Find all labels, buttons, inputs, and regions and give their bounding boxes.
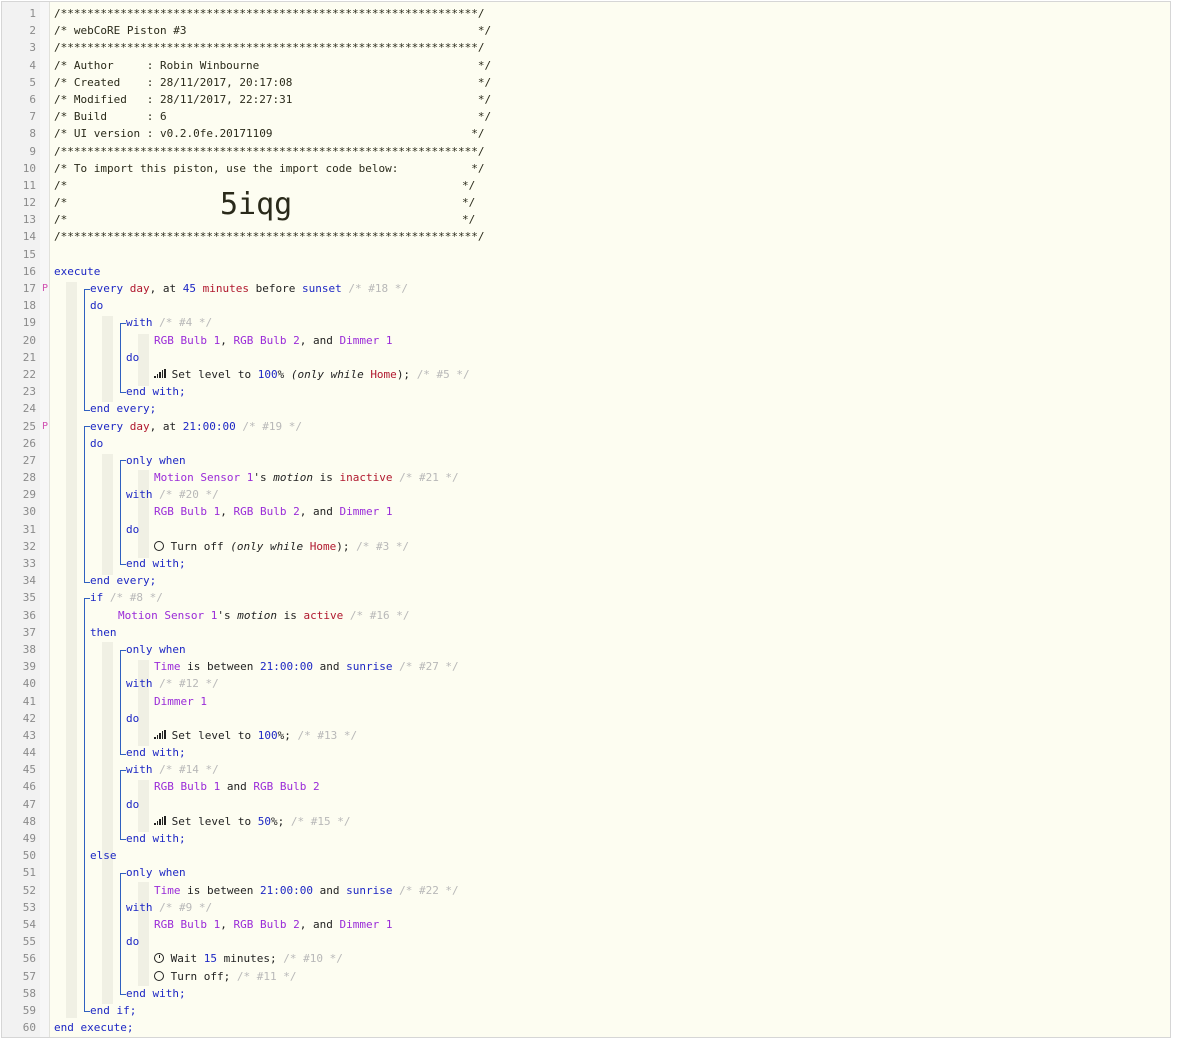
level-icon: [154, 369, 166, 379]
condition[interactable]: Motion Sensor 1's motion is active /* #1…: [118, 607, 409, 624]
code-line: 4/* Author : Robin Winbourne */: [29, 58, 492, 72]
code-line: 3/**************************************…: [29, 41, 485, 55]
code-line: 34 end every;: [22, 574, 157, 588]
code-line: 40 with /* #12 */: [2, 675, 1170, 692]
code-line: 42 do: [22, 711, 140, 725]
set-level-task[interactable]: Set level to 50%; /* #15 */: [154, 813, 350, 830]
code-line: 11/* */: [22, 178, 476, 192]
code-line: 38 only when: [2, 641, 1170, 658]
code-line: 44 end with;: [22, 746, 186, 760]
code-line: 49 end with;: [22, 832, 186, 845]
code-line: 58 end with;: [22, 986, 186, 1000]
set-level-task[interactable]: Set level to 100%; /* #13 */: [154, 727, 357, 744]
code-line: 29 with /* #20 */: [2, 486, 1170, 503]
code-line: 47 do: [22, 797, 140, 811]
condition[interactable]: Time is between 21:00:00 and sunrise /* …: [154, 882, 459, 899]
only-when-statement[interactable]: only when: [126, 452, 186, 469]
code-line: 60 end execute;: [22, 1021, 134, 1035]
code-line: 21 do: [22, 350, 140, 364]
code-line: 19 with /* #4 */: [2, 314, 1170, 331]
fold-marker-icon[interactable]: P: [41, 280, 49, 297]
code-line: 55 do: [22, 935, 140, 949]
code-line: 22 Set level to 100% (only while Home); …: [2, 366, 1170, 383]
code-line: 59 end if;: [22, 1003, 137, 1017]
device-list[interactable]: RGB Bulb 1, RGB Bulb 2, and Dimmer 1: [154, 503, 392, 520]
code-lines: 1/**************************************…: [2, 5, 1170, 1036]
code-line: 18 do: [22, 299, 104, 313]
code-line: 15: [22, 247, 36, 261]
code-line: 50 else: [22, 849, 117, 863]
code-line: 56 Wait 15 minutes; /* #10 */: [2, 950, 1170, 967]
condition[interactable]: Time is between 21:00:00 and sunrise /* …: [154, 658, 459, 675]
turn-off-task[interactable]: Turn off (only while Home); /* #3 */: [154, 538, 409, 555]
with-statement[interactable]: with /* #4 */: [126, 314, 212, 331]
code-line: 53 with /* #9 */: [2, 899, 1170, 916]
code-line: 46 RGB Bulb 1 and RGB Bulb 2: [2, 778, 1170, 795]
code-line: 2/* webCoRE Piston #3 */: [2, 22, 1170, 39]
code-line: 20 RGB Bulb 1, RGB Bulb 2, and Dimmer 1: [2, 332, 1170, 349]
code-line: 51 only when: [2, 864, 1170, 881]
code-line: 24 end every;: [22, 402, 157, 416]
code-line: 26 do: [22, 436, 104, 450]
code-line: 41 Dimmer 1: [2, 693, 1170, 710]
condition[interactable]: Motion Sensor 1's motion is inactive /* …: [154, 469, 459, 486]
code-line: 45 with /* #14 */: [2, 761, 1170, 778]
device-list[interactable]: RGB Bulb 1, RGB Bulb 2, and Dimmer 1: [154, 332, 392, 349]
every-statement[interactable]: every day, at 21:00:00 /* #19 */: [90, 418, 302, 435]
code-line: 16 execute: [2, 263, 1170, 280]
code-line: 48 Set level to 50%; /* #15 */: [2, 813, 1170, 830]
code-line: 12/* 5iqg */: [22, 187, 476, 223]
device-list[interactable]: Dimmer 1: [154, 693, 207, 710]
code-line: 5/* Created : 28/11/2017, 20:17:08 */: [29, 75, 492, 89]
code-line: 9/**************************************…: [29, 144, 485, 158]
code-line: 25 Pevery day, at 21:00:00 /* #19 */: [2, 418, 1170, 435]
code-line: 52 Time is between 21:00:00 and sunrise /…: [2, 882, 1170, 899]
device-list[interactable]: RGB Bulb 1 and RGB Bulb 2: [154, 778, 320, 795]
code-editor[interactable]: 1/**************************************…: [1, 1, 1171, 1038]
if-statement[interactable]: if /* #8 */: [90, 589, 163, 606]
with-statement[interactable]: with /* #20 */: [126, 486, 219, 503]
code-line: 31 do: [22, 522, 140, 536]
code-line: 54 RGB Bulb 1, RGB Bulb 2, and Dimmer 1: [2, 916, 1170, 933]
code-line: 14/*************************************…: [22, 230, 485, 244]
code-line: 39 Time is between 21:00:00 and sunrise /…: [2, 658, 1170, 675]
piston-title: /* webCoRE Piston #3 */: [54, 24, 492, 38]
code-line: 10/* To import this piston, use the impo…: [22, 161, 485, 175]
code-line: 13/* */: [22, 213, 476, 227]
code-line: 8/* UI version : v0.2.0fe.20171109 */: [29, 127, 485, 141]
code-line: 1/**************************************…: [29, 7, 485, 20]
code-line: 37 then: [22, 625, 117, 639]
code-line: 30 RGB Bulb 1, RGB Bulb 2, and Dimmer 1: [2, 503, 1170, 520]
code-line: 28 Motion Sensor 1's motion is inactive /…: [2, 469, 1170, 486]
device-list[interactable]: RGB Bulb 1, RGB Bulb 2, and Dimmer 1: [154, 916, 392, 933]
code-line: 35 if /* #8 */: [2, 589, 1170, 606]
level-icon: [154, 730, 166, 740]
code-line: 7/* Build : 6 */: [29, 110, 492, 124]
turn-off-task[interactable]: Turn off; /* #11 */: [154, 968, 296, 985]
code-line: 27 only when: [2, 452, 1170, 469]
set-level-task[interactable]: Set level to 100% (only while Home); /* …: [154, 366, 470, 383]
with-statement[interactable]: with /* #14 */: [126, 761, 219, 778]
code-line: 23 end with;: [22, 385, 186, 399]
code-line: 32 Turn off (only while Home); /* #3 */: [2, 538, 1170, 555]
code-line: 17 Pevery day, at 45 minutes before sunse…: [2, 280, 1170, 297]
code-line: 36 Motion Sensor 1's motion is active /* …: [2, 607, 1170, 624]
power-icon: [154, 540, 164, 551]
fold-marker-icon[interactable]: P: [41, 418, 49, 435]
with-statement[interactable]: with /* #9 */: [126, 899, 212, 916]
only-when-statement[interactable]: only when: [126, 641, 186, 658]
only-when-statement[interactable]: only when: [126, 864, 186, 881]
clock-icon: [154, 953, 164, 964]
wait-task[interactable]: Wait 15 minutes; /* #10 */: [154, 950, 343, 967]
level-icon: [154, 816, 166, 826]
execute-keyword[interactable]: execute: [54, 263, 100, 280]
with-statement[interactable]: with /* #12 */: [126, 675, 219, 692]
every-statement[interactable]: every day, at 45 minutes before sunset /…: [90, 280, 408, 297]
code-line: 33 end with;: [22, 557, 186, 570]
code-line: 57 Turn off; /* #11 */: [2, 968, 1170, 985]
power-icon: [154, 970, 164, 981]
code-line: 43 Set level to 100%; /* #13 */: [2, 727, 1170, 744]
code-line: 6/* Modified : 28/11/2017, 22:27:31 */: [29, 92, 492, 106]
